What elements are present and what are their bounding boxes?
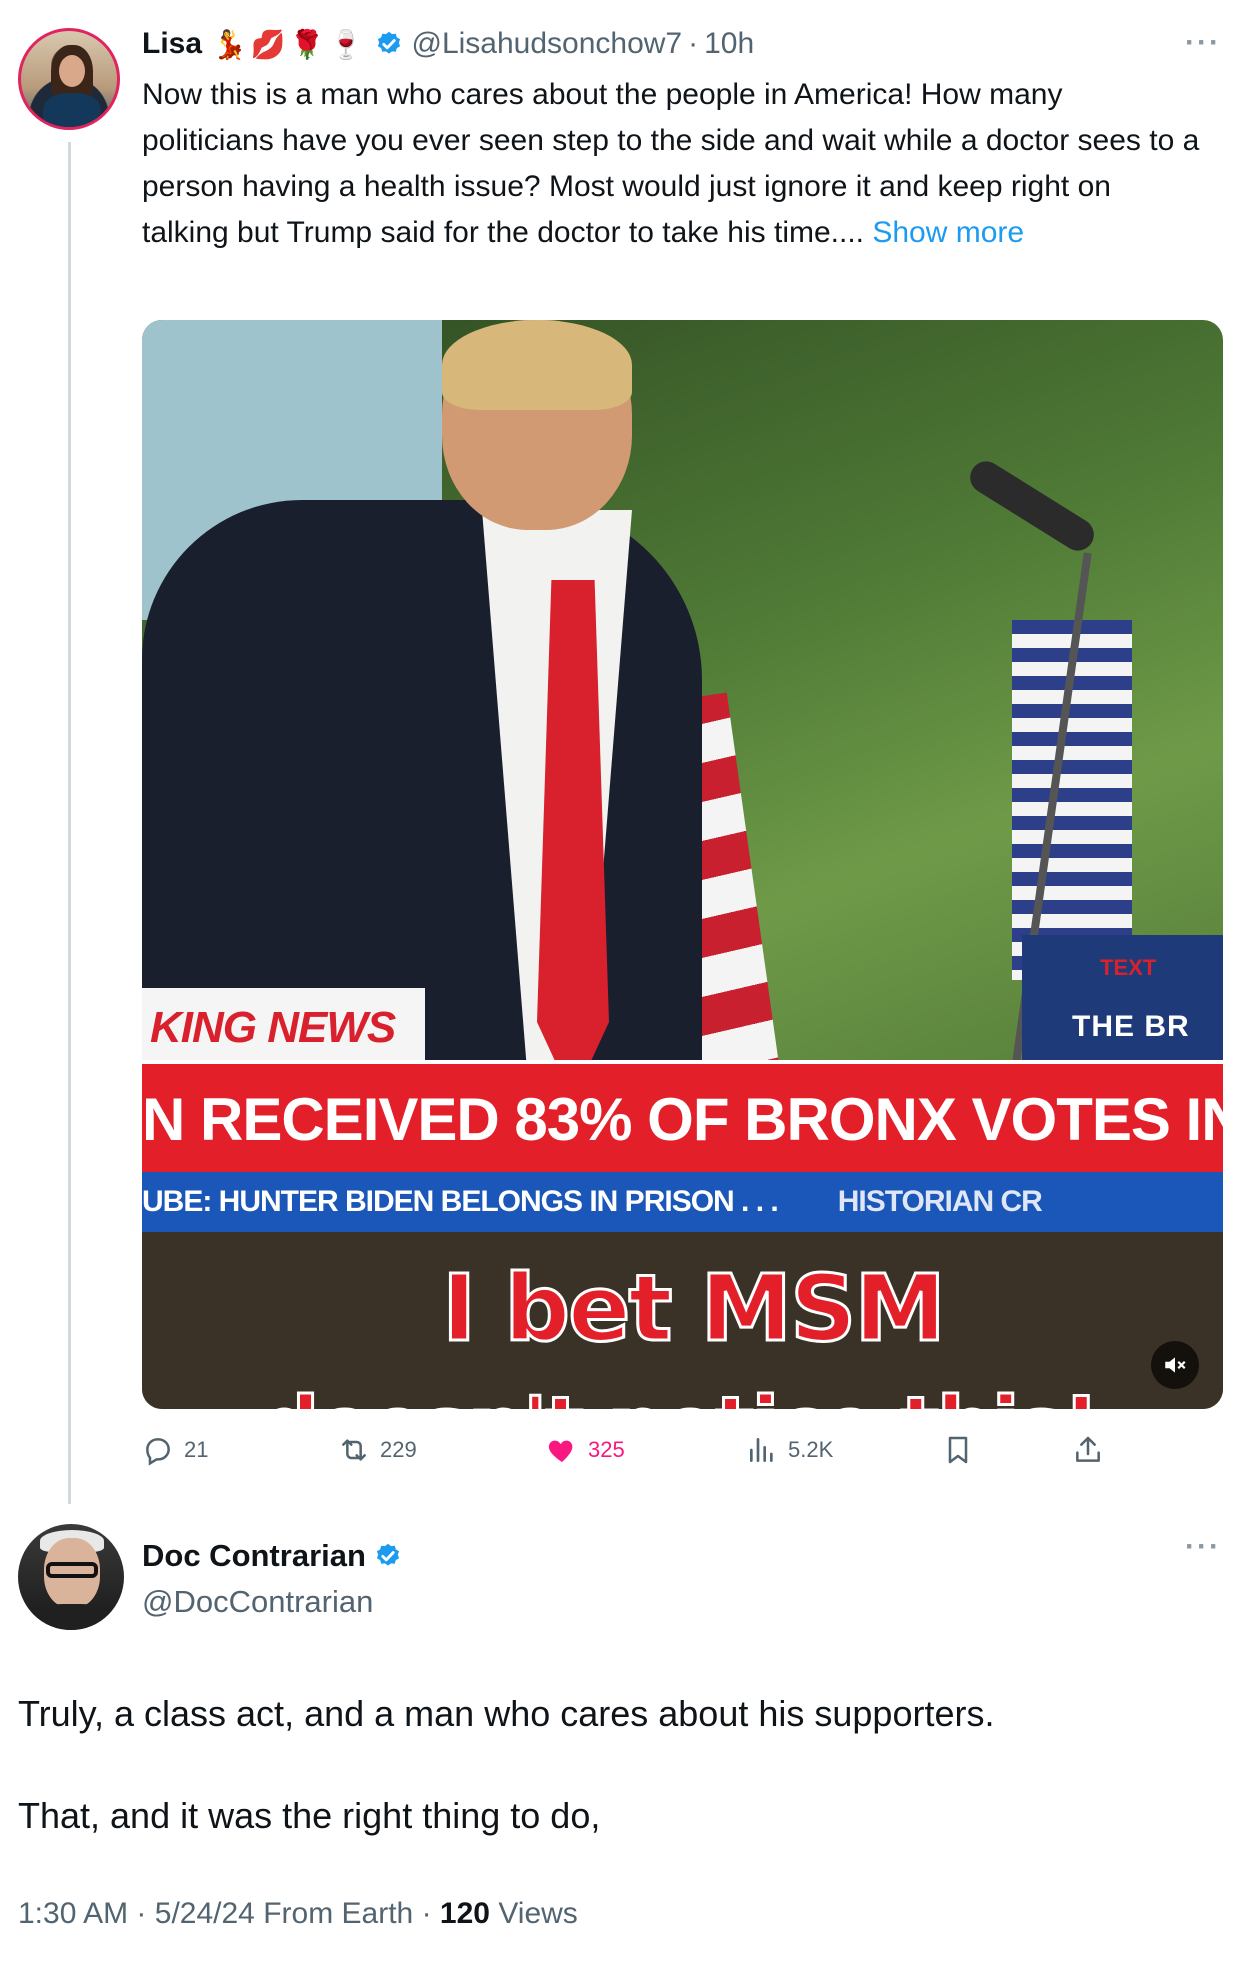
author-emojis: 💃💋🌹🍷: [212, 28, 368, 60]
news-ticker: UBE: HUNTER BIDEN BELONGS IN PRISON . . …: [142, 1172, 1223, 1232]
like-action[interactable]: 325: [546, 1428, 625, 1472]
video-hair: [442, 320, 632, 410]
meta-separator: ·: [136, 1897, 147, 1930]
share-icon: [1076, 1436, 1100, 1462]
reply-author-header: Doc Contrarian: [142, 1534, 402, 1578]
parent-tweet-header: Lisa 💃💋🌹🍷 @Lisahudsonchow7 · 10h: [142, 22, 754, 66]
reply-meta: 1:30 AM · 5/24/24 From Earth · 120 Views: [18, 1892, 578, 1936]
parent-more-options-icon[interactable]: ···: [1185, 26, 1221, 60]
podium-text-line1: TEXT: [1100, 955, 1157, 980]
parent-tweet-actions: 21 229 325 5.2K: [142, 1428, 1142, 1472]
podium-text-line2: THE BR: [1072, 1010, 1190, 1043]
parent-author-name[interactable]: Lisa: [142, 27, 202, 61]
tweet-video[interactable]: TEXT THE BR KING NEWS N RECEIVED 83% OF …: [142, 320, 1223, 1409]
reply-text-paragraph-1: Truly, a class act, and a man who cares …: [18, 1693, 995, 1734]
speaker-muted-icon[interactable]: [1151, 1341, 1199, 1389]
reply-source: From Earth: [263, 1897, 414, 1930]
reply-action[interactable]: 21: [142, 1428, 208, 1472]
bookmark-icon: [948, 1436, 968, 1464]
reply-count: 21: [184, 1437, 209, 1462]
reply-author-handle[interactable]: @DocContrarian: [142, 1580, 373, 1624]
reply-author-name[interactable]: Doc Contrarian: [142, 1538, 366, 1574]
meta-separator: ·: [421, 1897, 432, 1930]
views-chart-icon: [750, 1438, 773, 1462]
video-caption-line1: I bet MSM: [441, 1254, 948, 1364]
header-separator: ·: [688, 27, 699, 60]
bookmark-action[interactable]: [942, 1428, 984, 1472]
ticker-right-text: HISTORIAN CR: [837, 1185, 1043, 1218]
parent-tweet-time[interactable]: 10h: [704, 27, 754, 61]
views-action[interactable]: 5.2K: [746, 1428, 833, 1472]
video-caption-line2: doesn't notice this!: [260, 1379, 1100, 1410]
thread-connector-line: [68, 142, 71, 1504]
repost-count: 229: [380, 1437, 417, 1462]
news-headline-text: N RECEIVED 83% OF BRONX VOTES IN: [142, 1086, 1223, 1153]
video-microphone: [964, 455, 1100, 557]
repost-icon: [342, 1439, 366, 1461]
breaking-news-label: KING NEWS: [142, 988, 426, 1068]
parent-tweet-text: Now this is a man who cares about the pe…: [142, 72, 1202, 256]
repost-action[interactable]: 229: [338, 1428, 417, 1472]
like-count: 325: [588, 1437, 625, 1462]
views-count: 5.2K: [788, 1437, 834, 1462]
share-action[interactable]: [1072, 1428, 1114, 1472]
lisa-avatar[interactable]: [18, 28, 120, 130]
reply-more-options-icon[interactable]: ···: [1185, 1530, 1221, 1564]
news-headline-banner: N RECEIVED 83% OF BRONX VOTES IN: [142, 1060, 1223, 1176]
parent-author-handle[interactable]: @Lisahudsonchow7: [411, 27, 682, 61]
reply-text-paragraph-2: That, and it was the right thing to do,: [18, 1795, 601, 1836]
parent-tweet-body: Now this is a man who cares about the pe…: [142, 78, 1200, 249]
verified-badge-icon: [378, 31, 401, 54]
heart-icon: [548, 1440, 573, 1462]
reply-time[interactable]: 1:30 AM: [18, 1897, 128, 1930]
reply-icon: [146, 1438, 170, 1466]
reply-date[interactable]: 5/24/24: [155, 1897, 255, 1930]
show-more-link[interactable]: Show more: [872, 216, 1024, 249]
verified-badge-icon: [376, 1543, 400, 1566]
reply-views-count: 120: [439, 1897, 490, 1930]
reply-views-label: Views: [498, 1897, 578, 1930]
ticker-left-text: UBE: HUNTER BIDEN BELONGS IN PRISON . . …: [142, 1185, 779, 1218]
doc-avatar[interactable]: [18, 1524, 124, 1630]
